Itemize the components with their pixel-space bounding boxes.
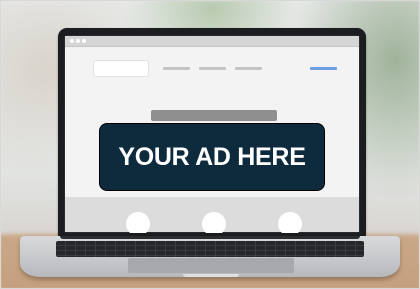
laptop-trackpad [128, 258, 294, 273]
nav-link-placeholder[interactable] [235, 67, 262, 70]
laptop-keyboard [56, 241, 364, 257]
nav-link-placeholder[interactable] [163, 67, 190, 70]
feature-circle-placeholder [126, 212, 150, 233]
feature-circle-placeholder [278, 212, 302, 233]
nav-cta-placeholder[interactable] [310, 67, 337, 70]
hero-heading-placeholder [151, 110, 277, 121]
laptop-front-lip [183, 274, 239, 277]
ad-banner[interactable]: YOUR AD HERE [99, 123, 325, 191]
window-control-dot[interactable] [70, 39, 74, 43]
feature-circle-placeholder [202, 212, 226, 233]
window-control-dot[interactable] [82, 39, 86, 43]
browser-titlebar [65, 36, 359, 47]
nav-link-placeholder[interactable] [199, 67, 226, 70]
nav-logo-placeholder[interactable] [94, 61, 148, 76]
ad-banner-text: YOUR AD HERE [118, 142, 306, 171]
window-control-dot[interactable] [76, 39, 80, 43]
laptop-hinge [60, 236, 360, 239]
